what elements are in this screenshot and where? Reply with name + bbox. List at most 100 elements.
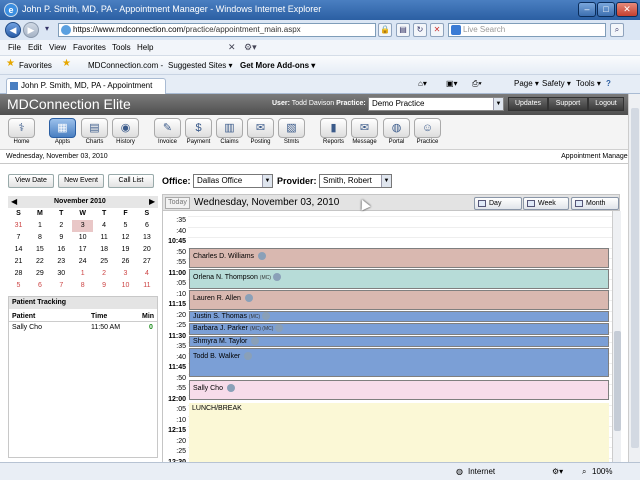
tools-menu[interactable]: Tools ▾ (576, 79, 601, 88)
updates-button[interactable]: Updates (508, 97, 548, 111)
lunch-break-block[interactable]: LUNCH/BREAK (189, 402, 609, 463)
calendar-day[interactable]: 10 (115, 280, 136, 292)
home-icon[interactable]: ⌂▾ (418, 79, 427, 88)
zoom-level[interactable]: 100% (592, 467, 612, 476)
favorites-star-icon[interactable]: ★ (6, 58, 15, 69)
appointment-block[interactable]: Lauren R. Allen (189, 289, 609, 310)
calendar-day[interactable]: 5 (8, 280, 29, 292)
calendar-day[interactable]: 12 (115, 232, 136, 244)
appointment-block[interactable]: Barbara J. Parker (MC) (MC) (189, 323, 609, 335)
back-button[interactable]: ◀ (5, 22, 21, 38)
module-charts[interactable]: ▤ Charts (80, 118, 109, 148)
appointment-block[interactable]: Orlena N. Thompson (MC) (189, 268, 609, 289)
protected-mode-icon[interactable]: ⚙▾ (552, 467, 563, 476)
calendar-day[interactable]: 29 (29, 268, 50, 280)
patient-status-icon[interactable] (275, 324, 284, 333)
calendar-day[interactable]: 7 (51, 280, 72, 292)
fav-suggested-sites[interactable]: Suggested Sites ▾ (168, 61, 233, 70)
today-button[interactable]: Today (165, 197, 190, 209)
calendar-day[interactable]: 24 (72, 256, 93, 268)
calendar-day[interactable]: 14 (8, 244, 29, 256)
module-posting[interactable]: ✉ Posting (246, 118, 275, 148)
menu-edit[interactable]: Edit (28, 43, 42, 52)
calendar-day[interactable]: 27 (136, 256, 157, 268)
module-claims[interactable]: ▥ Claims (215, 118, 244, 148)
calendar-day[interactable]: 23 (51, 256, 72, 268)
calendar-day[interactable]: 11 (136, 280, 157, 292)
calendar-day[interactable]: 10 (72, 232, 93, 244)
page-scrollbar[interactable] (628, 94, 640, 462)
new-event-button[interactable]: New Event (58, 174, 104, 188)
safety-menu[interactable]: Safety ▾ (542, 79, 571, 88)
calendar-day[interactable]: 13 (136, 232, 157, 244)
tracking-row[interactable]: Sally Cho 11:50 AM 0 (9, 322, 157, 333)
calendar-day[interactable]: 17 (72, 244, 93, 256)
calendar-day[interactable]: 11 (94, 232, 115, 244)
page-scroll-thumb[interactable] (631, 108, 639, 448)
calendar-day[interactable]: 4 (136, 268, 157, 280)
calendar-day[interactable]: 9 (94, 280, 115, 292)
add-favorite-icon[interactable]: ★ (62, 58, 71, 69)
office-select[interactable]: Dallas Office ▼ (193, 174, 273, 188)
address-bar[interactable]: https://www.mdconnection.com/practice/ap… (58, 23, 376, 37)
view-day-button[interactable]: Day (474, 197, 522, 210)
calendar-day[interactable]: 19 (115, 244, 136, 256)
calendar-day[interactable]: 28 (8, 268, 29, 280)
lock-icon[interactable]: 🔒 (378, 23, 392, 37)
close-toolbar-icon[interactable]: ✕ (228, 42, 240, 54)
stop-icon[interactable]: ✕ (430, 23, 444, 37)
appointment-block[interactable]: Charles D. Williams (189, 247, 609, 268)
appointment-block[interactable]: Justin S. Thomas (MC) (189, 310, 609, 323)
calendar-day[interactable]: 2 (51, 220, 72, 232)
browser-tab[interactable]: John P. Smith, MD, PA - Appointment Mana… (6, 78, 166, 104)
toolbar-options-icon[interactable]: ⚙▾ (244, 42, 257, 54)
logout-button[interactable]: Logout (588, 97, 624, 111)
patient-status-icon[interactable] (251, 336, 260, 345)
module-message[interactable]: ✉ Message (350, 118, 379, 148)
search-icon[interactable]: ⌕ (610, 23, 624, 37)
calendar-day[interactable]: 18 (94, 244, 115, 256)
module-practice[interactable]: ☺ Practice (413, 118, 442, 148)
schedule-scrollbar[interactable] (612, 211, 621, 463)
provider-select[interactable]: Smith, Robert ▼ (319, 174, 392, 188)
patient-status-icon[interactable] (226, 383, 235, 392)
menu-tools[interactable]: Tools (112, 43, 131, 52)
calendar-day[interactable]: 25 (94, 256, 115, 268)
menu-favorites[interactable]: Favorites (73, 43, 106, 52)
help-icon[interactable]: ? (606, 79, 611, 88)
calendar-day[interactable]: 16 (51, 244, 72, 256)
module-payment[interactable]: $ Payment (184, 118, 213, 148)
module-home[interactable]: ⚕ Home (7, 118, 36, 148)
prev-month-icon[interactable]: ◀ (11, 197, 17, 206)
call-list-button[interactable]: Call List (108, 174, 154, 188)
menu-view[interactable]: View (49, 43, 66, 52)
view-date-button[interactable]: View Date (8, 174, 54, 188)
menu-file[interactable]: File (8, 43, 21, 52)
appointment-block[interactable]: Todd B. Walker (189, 348, 609, 377)
module-reports[interactable]: ▮ Reports (319, 118, 348, 148)
fav-mdconnection[interactable]: MDConnection.com - (88, 61, 163, 70)
view-month-button[interactable]: Month (571, 197, 619, 210)
module-stmts[interactable]: ▧ Stmts (277, 118, 306, 148)
search-input[interactable]: Live Search (448, 23, 606, 37)
calendar-day[interactable]: 1 (72, 268, 93, 280)
fav-addons[interactable]: Get More Add-ons ▾ (240, 61, 315, 70)
favorites-button[interactable]: Favorites (19, 61, 52, 70)
next-month-icon[interactable]: ▶ (149, 197, 155, 206)
module-invoice[interactable]: ✎ Invoice (153, 118, 182, 148)
patient-status-icon[interactable] (272, 272, 281, 281)
menu-help[interactable]: Help (137, 43, 153, 52)
calendar-day[interactable]: 20 (136, 244, 157, 256)
calendar-day[interactable]: 31 (8, 220, 29, 232)
calendar-day[interactable]: 15 (29, 244, 50, 256)
calendar-day[interactable]: 3 (115, 268, 136, 280)
calendar-day[interactable]: 5 (115, 220, 136, 232)
calendar-day[interactable]: 26 (115, 256, 136, 268)
calendar-day[interactable]: 2 (94, 268, 115, 280)
module-portal[interactable]: ◍ Portal (382, 118, 411, 148)
feeds-icon[interactable]: ▣▾ (446, 79, 458, 88)
zoom-icon[interactable]: ⌕ (582, 467, 586, 477)
calendar-day[interactable]: 6 (29, 280, 50, 292)
close-button[interactable]: ✕ (616, 2, 638, 17)
calendar-day[interactable]: 8 (72, 280, 93, 292)
